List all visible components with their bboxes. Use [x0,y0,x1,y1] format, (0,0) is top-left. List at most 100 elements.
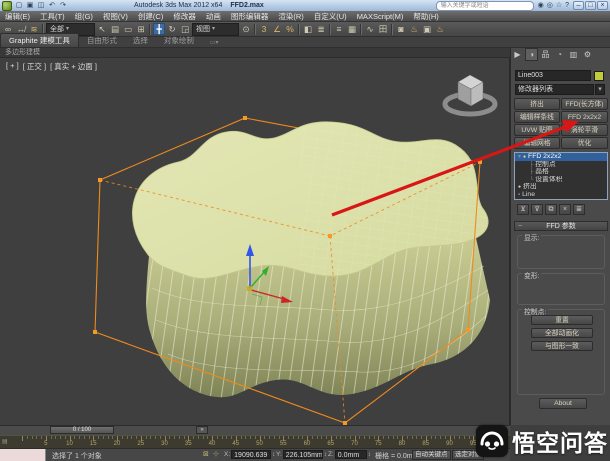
z-coordinate-field[interactable]: 0.0mm [335,450,367,459]
stack-item-line[interactable]: ▪Line [515,191,607,199]
expand-icon[interactable]: ▾ [518,154,521,160]
stack-item-ffd-2x2x2[interactable]: ▾●FFD 2x2x2 [515,153,607,161]
percent-snap-icon[interactable]: % [284,23,296,35]
modifier-bulb-icon[interactable]: ● [523,154,526,160]
curve-editor-icon[interactable]: ∿ [364,23,376,35]
help-icon[interactable]: ? [565,1,569,10]
snaps-toggle-icon[interactable]: 3 [258,23,270,35]
menu-graph-editors[interactable]: 图形编辑器 [226,11,274,22]
save-file-icon[interactable]: ◫ [36,1,46,10]
open-file-icon[interactable]: ▣ [25,1,35,10]
reset-button[interactable]: 重置 [531,315,593,325]
viewport-general-menu[interactable]: [ + ] [6,61,19,72]
menu-maxscript[interactable]: MAXScript(M) [352,12,409,21]
scene-object-line003[interactable] [132,118,500,397]
stack-subitem-lattice[interactable]: ├晶格 [515,168,607,176]
gizmo-center-handle[interactable] [247,286,252,291]
help-search-input[interactable]: 输入关键字或短语 [436,1,534,11]
tab-graphite-modeling-tools[interactable]: Graphite 建模工具 [0,33,79,47]
modifier-button-ffd-box[interactable]: FFD(长方体) [561,98,608,110]
make-unique-icon[interactable]: ⧉ [545,204,557,215]
new-file-icon[interactable]: ▢ [14,1,24,10]
trackbar-filters-icon[interactable]: ▤ [2,438,8,445]
viewport-pov-menu[interactable]: [ 正交 ] [23,61,46,72]
use-pivot-center-icon[interactable]: ⊙ [240,23,252,35]
modifier-button-edit-spline[interactable]: 编辑样条线 [514,111,560,123]
modifier-button-optimize[interactable]: 优化 [561,137,608,149]
modifier-button-edit-mesh[interactable]: 编辑网格 [514,137,560,149]
conform-to-shape-button[interactable]: 与图形一致 [531,341,593,351]
close-icon[interactable]: × [597,1,608,10]
animate-all-button[interactable]: 全部动画化 [531,328,593,338]
material-editor-icon[interactable]: ◙ [395,23,407,35]
signin-icon[interactable]: ◉ [538,1,544,10]
maximize-icon[interactable]: □ [585,1,596,10]
y-spinner-icon[interactable]: ↕ [324,452,327,458]
redo-icon[interactable]: ↷ [58,1,68,10]
modifier-button-ffd-2x2x2[interactable]: FFD 2x2x2 [561,111,608,123]
angle-snap-icon[interactable]: ∠ [271,23,283,35]
time-slider-next-icon[interactable]: » [196,426,208,434]
menu-views[interactable]: 视图(V) [98,11,133,22]
minimize-icon[interactable]: – [573,1,584,10]
menu-modifiers[interactable]: 修改器 [168,11,201,22]
manage-layers-icon[interactable]: ≡ [333,23,345,35]
menu-rendering[interactable]: 渲染(R) [273,11,308,22]
x-coordinate-field[interactable]: 19090.639 [231,450,271,459]
favorites-star-icon[interactable]: ☆ [556,1,562,10]
tab-modify-icon[interactable]: ◑ [525,48,538,61]
modifier-bulb-icon[interactable]: ● [518,184,521,190]
viewcube[interactable] [445,75,495,114]
modifier-list-arrow-icon[interactable]: ▾ [595,84,605,95]
y-coordinate-field[interactable]: 226.105mm [283,450,323,459]
rollout-ffd-parameters[interactable]: −FFD 参数 [514,221,608,231]
tab-freeform[interactable]: 自由形式 [79,34,125,47]
stack-subitem-control-points[interactable]: ├控制点 [515,161,607,169]
modifier-list-dropdown[interactable]: 修改器列表 [515,84,594,95]
about-button[interactable]: About [539,398,587,409]
pin-stack-icon[interactable]: ⊻ [517,204,529,215]
menu-tools[interactable]: 工具(T) [35,11,70,22]
object-color-swatch[interactable] [594,71,604,81]
tab-display-icon[interactable]: ▥ [567,48,580,61]
menu-customize[interactable]: 自定义(U) [309,11,352,22]
tab-selection[interactable]: 选择 [125,34,156,47]
time-slider-handle[interactable]: 0 / 100 [50,426,114,434]
ribbon-minimize-icon[interactable]: ▭▾ [202,38,227,47]
selection-lock-icon[interactable]: ⊠ [203,450,209,458]
absolute-offset-mode-icon[interactable]: ⊹ [213,450,219,458]
trackbar-ruler[interactable]: ▤ 5101520253035404550556065707580859095 [0,435,510,448]
remove-modifier-icon[interactable]: × [559,204,571,215]
menu-edit[interactable]: 编辑(E) [0,11,35,22]
render-production-icon[interactable]: ♨ [434,23,446,35]
tab-create-icon[interactable]: ▶ [511,48,524,61]
modifier-button-uvw-map[interactable]: UVW 贴图 [514,124,560,136]
maxscript-mini-listener[interactable] [0,449,46,461]
mirror-icon[interactable]: ◧ [302,23,314,35]
undo-icon[interactable]: ↶ [47,1,57,10]
menu-animation[interactable]: 动画 [201,11,226,22]
modifier-button-turbosmooth[interactable]: 涡轮平滑 [561,124,608,136]
align-icon[interactable]: ≣ [315,23,327,35]
object-name-field[interactable]: Line003 [515,70,591,81]
schematic-view-icon[interactable]: 田 [377,23,389,35]
stack-item-extrude[interactable]: ●挤出 [515,183,607,191]
rollout-collapse-icon[interactable]: − [518,222,522,231]
viewport-shading-menu[interactable]: [ 真实 + 边面 ] [50,61,97,72]
app-logo-icon[interactable] [2,1,12,11]
menu-help[interactable]: 帮助(H) [408,11,443,22]
tab-hierarchy-icon[interactable]: 品 [539,48,552,61]
tab-motion-icon[interactable]: ◔ [553,48,566,61]
stack-subitem-set-volume[interactable]: └设置体积 [515,176,607,184]
x-spinner-icon[interactable]: ↕ [272,452,275,458]
tab-object-paint[interactable]: 对象绘制 [156,34,202,47]
tab-utilities-icon[interactable]: ⚙ [581,48,594,61]
ribbon-panel-polygon-modeling[interactable]: 多边形建模 [0,48,510,58]
menu-create[interactable]: 创建(C) [133,11,168,22]
graphite-ribbon-toggle-icon[interactable]: ▦ [346,23,358,35]
menu-group[interactable]: 组(G) [70,11,98,22]
search-icon[interactable]: ◎ [547,1,553,10]
z-spinner-icon[interactable]: ↕ [368,452,371,458]
modifier-button-extrude[interactable]: 挤出 [514,98,560,110]
show-end-result-icon[interactable]: ⊽ [531,204,543,215]
